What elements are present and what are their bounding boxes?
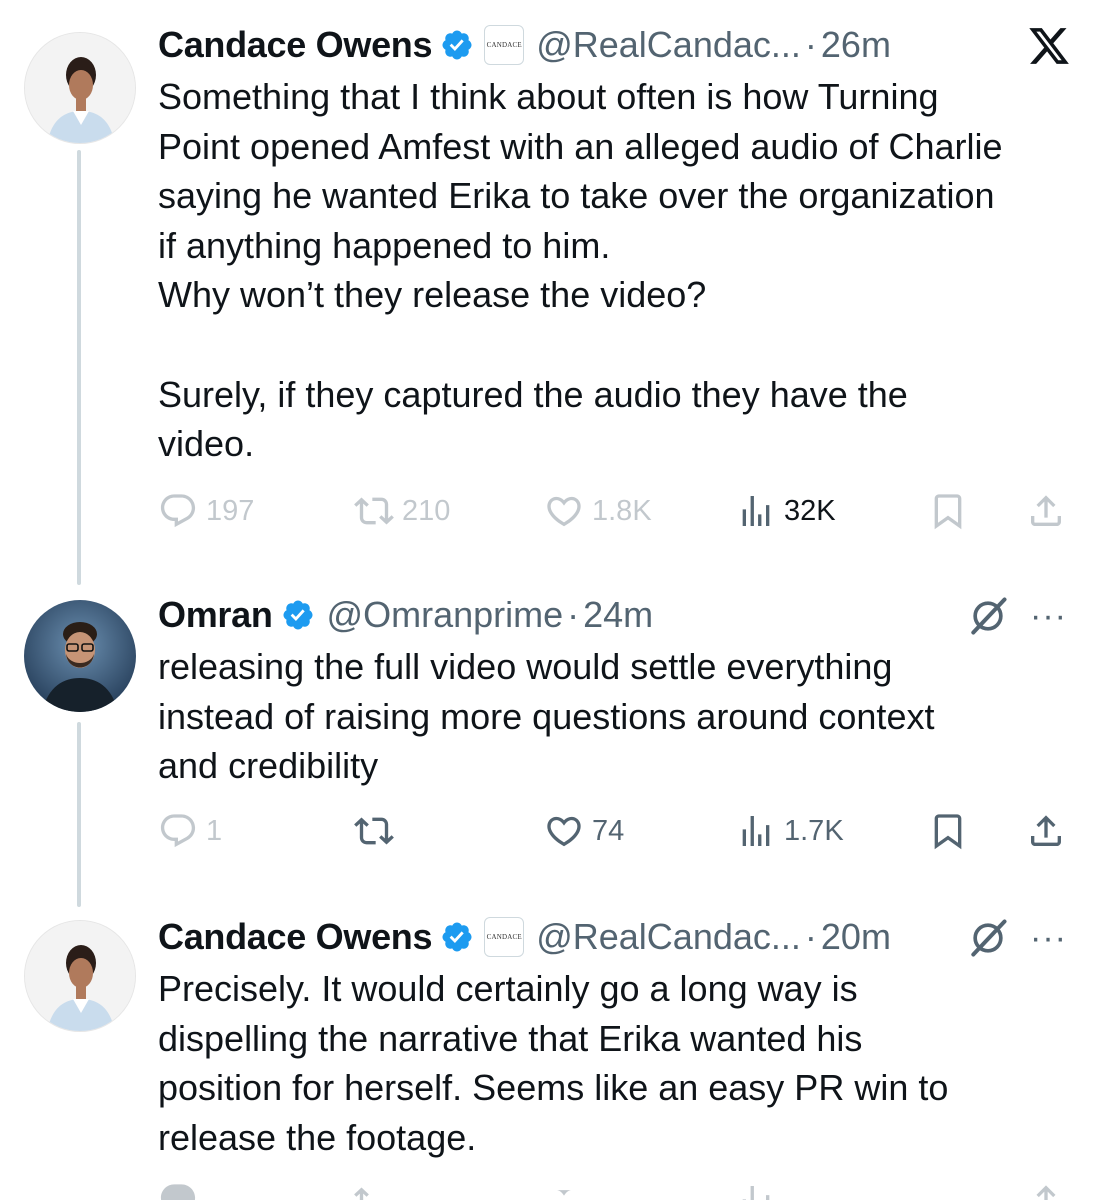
like-count: 74 [592,814,625,847]
views-icon [742,496,770,526]
avatar[interactable] [24,32,136,144]
reply-icon [160,1184,196,1200]
bookmark-icon [934,494,962,530]
grok-icon[interactable] [966,916,1010,960]
avatar-omran-image [24,600,136,712]
avatar[interactable] [24,920,136,1032]
display-name[interactable]: Candace Owens [158,22,433,68]
tweet-text: Precisely. It would certainly go a long … [158,968,949,1158]
views-icon [742,1186,770,1200]
separator-dot: · [567,594,580,635]
action-bar: 1 74 1.7K [158,806,1078,856]
reply-icon [160,814,196,848]
views-button[interactable] [736,1176,784,1200]
affiliate-badge[interactable]: CANDACE [484,917,525,957]
views-count: 32K [784,494,836,527]
views-button[interactable]: 1.7K [736,806,844,856]
like-icon [547,816,581,847]
affiliate-badge[interactable]: CANDACE [484,25,525,65]
repost-button[interactable] [354,806,402,856]
bookmark-button[interactable] [928,806,976,856]
views-count: 1.7K [784,814,844,847]
repost-button[interactable] [354,1176,402,1200]
action-bar-right: 32K [158,486,1078,536]
more-icon[interactable]: ··· [1030,921,1067,955]
share-icon [1036,1185,1056,1200]
share-button[interactable] [1026,486,1074,536]
share-button[interactable] [1026,1176,1074,1200]
share-icon [1031,815,1061,846]
user-handle[interactable]: @Omranprime [327,592,564,638]
display-name[interactable]: Omran [158,592,273,638]
tweet[interactable]: Candace Owens CANDACE @RealCandac... · 2… [0,914,1099,1200]
avatar-candace-image [25,33,135,143]
user-handle[interactable]: @RealCandac... [536,914,801,960]
bookmark-button[interactable] [928,486,976,536]
verified-badge-icon [442,30,472,60]
action-bar-partial [158,1176,1078,1200]
share-button[interactable] [1026,806,1074,856]
tweet-text: Something that I think about often is ho… [158,76,1003,465]
avatar[interactable] [24,600,136,712]
tweet[interactable]: Omran @Omranprime · 24m ··· releasing th… [0,592,1099,892]
reply-button[interactable]: 1 [158,806,222,856]
tweet[interactable]: Candace Owens CANDACE @RealCandac... · 2… [0,0,1099,560]
bookmark-icon [934,814,962,850]
reply-button[interactable] [158,1176,206,1200]
reply-count: 1 [206,814,223,847]
share-icon [1031,495,1061,526]
views-button[interactable]: 32K [736,486,836,536]
separator-dot: · [804,916,817,957]
like-icon [556,1190,572,1196]
repost-icon [354,1187,369,1200]
repost-icon [354,817,394,845]
tweet-text: releasing the full video would settle ev… [158,646,935,787]
verified-badge-icon [442,922,472,952]
timestamp[interactable]: 20m [821,914,891,960]
verified-badge-icon [283,600,313,630]
views-icon [742,816,770,846]
like-button[interactable]: 74 [544,806,624,856]
grok-icon[interactable] [966,594,1010,638]
separator-dot: · [804,24,817,65]
like-button[interactable] [544,1176,592,1200]
avatar-candace-image [25,921,135,1031]
timestamp[interactable]: 24m [583,592,653,638]
display-name[interactable]: Candace Owens [158,914,433,960]
timestamp[interactable]: 26m [821,22,891,68]
user-handle[interactable]: @RealCandac... [536,22,801,68]
more-icon[interactable]: ··· [1030,599,1067,633]
